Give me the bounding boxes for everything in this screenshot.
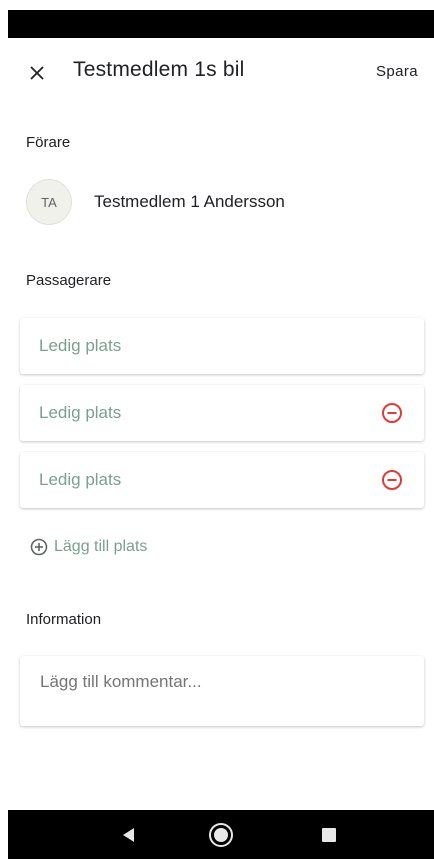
recent-square-icon <box>322 828 336 842</box>
seat-card-1[interactable]: Ledig plats <box>20 318 424 374</box>
add-seat-button[interactable]: Lägg till plats <box>30 535 147 559</box>
save-button[interactable]: Spara <box>376 63 418 80</box>
status-bar <box>8 10 434 38</box>
app-bar: Testmedlem 1s bil Spara <box>0 50 434 96</box>
seat-label: Ledig plats <box>39 470 122 489</box>
seat-label: Ledig plats <box>39 403 122 422</box>
information-section-label: Information <box>26 611 102 628</box>
seat-card-2[interactable]: Ledig plats <box>20 385 424 441</box>
minus-circle-icon <box>382 470 402 490</box>
driver-row: TA Testmedlem 1 Andersson <box>26 179 285 225</box>
avatar: TA <box>26 179 72 225</box>
remove-seat-button[interactable] <box>380 401 404 425</box>
seat-card-3[interactable]: Ledig plats <box>20 452 424 508</box>
plus-circle-icon <box>30 538 48 556</box>
remove-seat-button[interactable] <box>380 468 404 492</box>
home-circle-icon <box>209 823 233 847</box>
comment-card <box>20 656 424 726</box>
back-triangle-icon <box>123 828 134 842</box>
close-button[interactable] <box>22 58 52 88</box>
driver-section-label: Förare <box>26 134 71 151</box>
seat-label: Ledig plats <box>39 336 122 355</box>
nav-recent-button[interactable] <box>316 822 342 848</box>
minus-circle-icon <box>382 403 402 423</box>
system-nav-bar <box>8 810 434 859</box>
screen: Testmedlem 1s bil Spara Förare TA Testme… <box>0 0 434 859</box>
close-icon <box>30 66 44 80</box>
page-title: Testmedlem 1s bil <box>73 58 245 81</box>
driver-name: Testmedlem 1 Andersson <box>94 192 285 211</box>
passenger-section-label: Passagerare <box>26 272 112 289</box>
comment-input[interactable] <box>40 672 404 692</box>
nav-home-button[interactable] <box>208 822 234 848</box>
nav-back-button[interactable] <box>116 822 142 848</box>
add-seat-label: Lägg till plats <box>54 538 148 555</box>
